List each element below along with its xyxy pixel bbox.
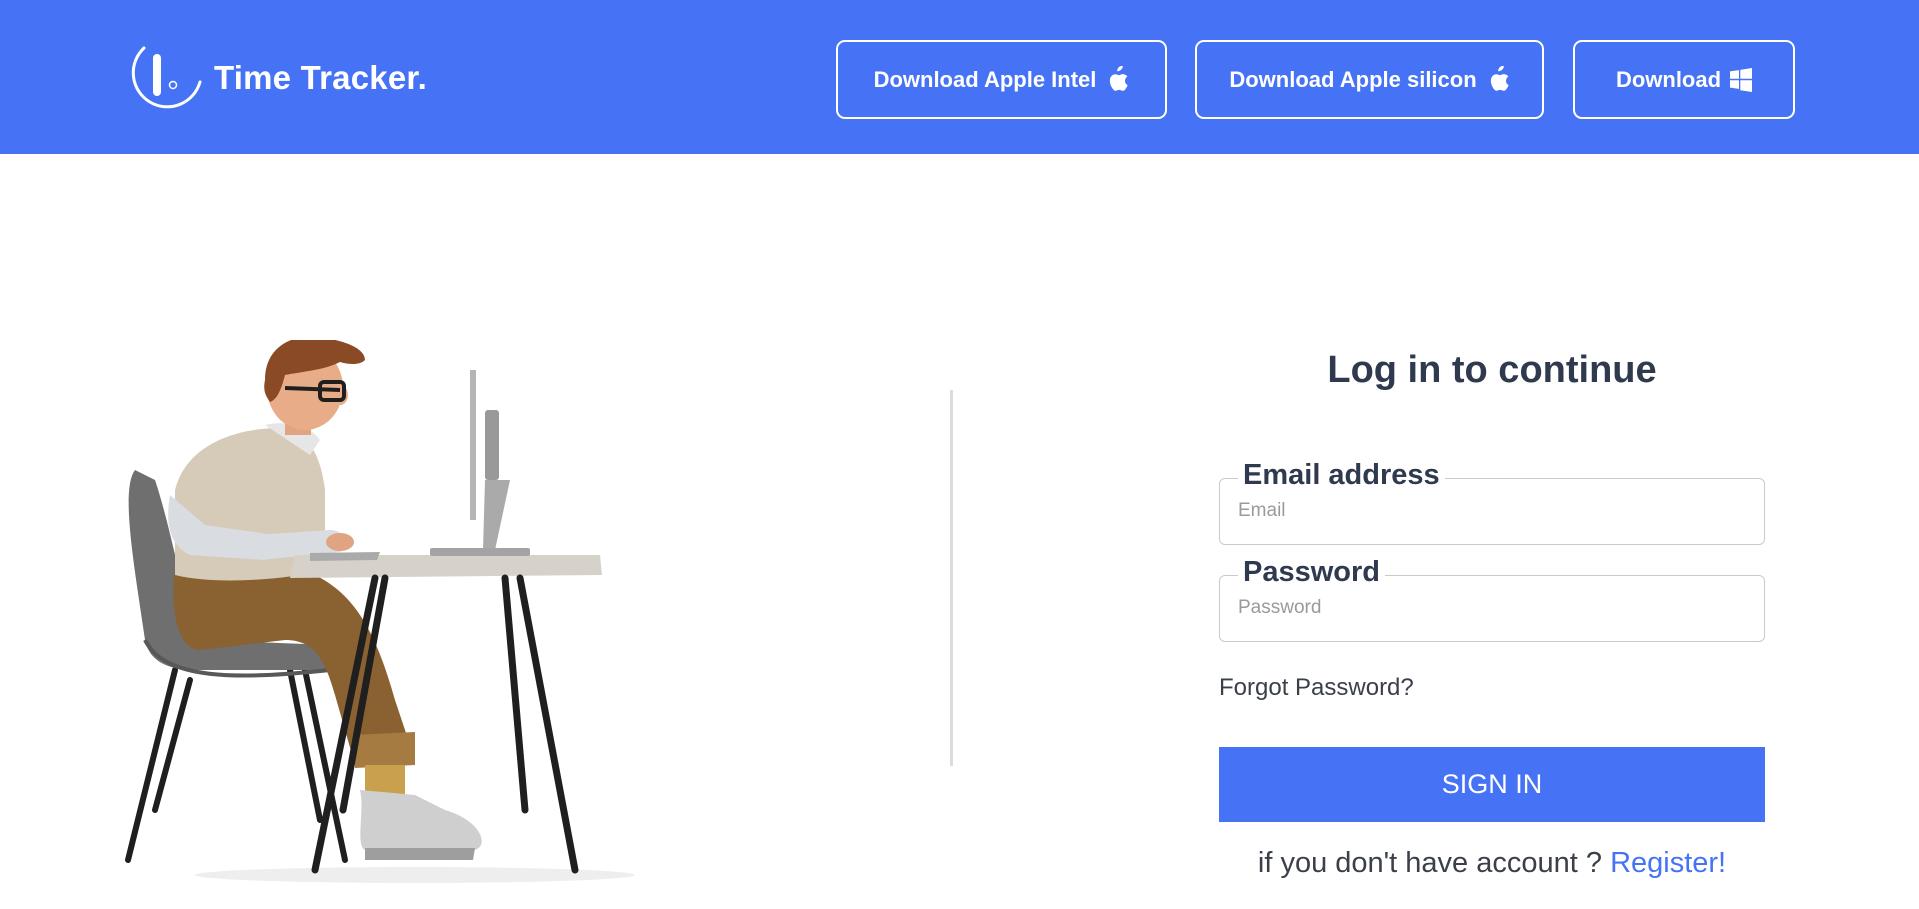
time-tracker-logo-icon [131, 46, 202, 109]
register-prompt-text: if you don't have account ? [1257, 847, 1602, 879]
windows-icon [1730, 67, 1753, 92]
download-windows-button[interactable]: Download [1573, 40, 1795, 119]
person-at-desk-illustration [125, 340, 635, 883]
download-apple-silicon-label: Download Apple silicon [1229, 66, 1477, 92]
brand-name: Time Tracker. [214, 59, 427, 96]
register-link[interactable]: Register! [1610, 847, 1726, 879]
password-input[interactable] [1238, 590, 1748, 626]
email-field: Email address [1219, 457, 1765, 545]
vertical-divider [950, 390, 953, 766]
download-apple-silicon-button[interactable]: Download Apple silicon [1195, 40, 1544, 119]
register-prompt: if you don't have account ? Register! [1219, 847, 1765, 880]
page-title: Log in to continue [1327, 349, 1657, 391]
login-panel: Log in to continue Email address Passwor… [1219, 340, 1765, 879]
download-apple-intel-button[interactable]: Download Apple Intel [836, 40, 1167, 119]
download-windows-label: Download [1615, 66, 1722, 92]
apple-icon [1490, 65, 1509, 91]
brand[interactable]: Time Tracker. [124, 40, 427, 116]
download-apple-intel-label: Download Apple Intel [873, 66, 1097, 92]
email-input[interactable] [1238, 493, 1748, 529]
password-field: Password [1219, 554, 1765, 642]
forgot-password-link[interactable]: Forgot Password? [1219, 674, 1414, 702]
password-label: Password [1238, 554, 1385, 590]
apple-icon [1110, 65, 1129, 91]
sign-in-button[interactable]: SIGN IN [1219, 747, 1765, 822]
email-label: Email address [1238, 457, 1445, 493]
top-header: Time Tracker. Download Apple Intel Downl… [0, 0, 1919, 154]
